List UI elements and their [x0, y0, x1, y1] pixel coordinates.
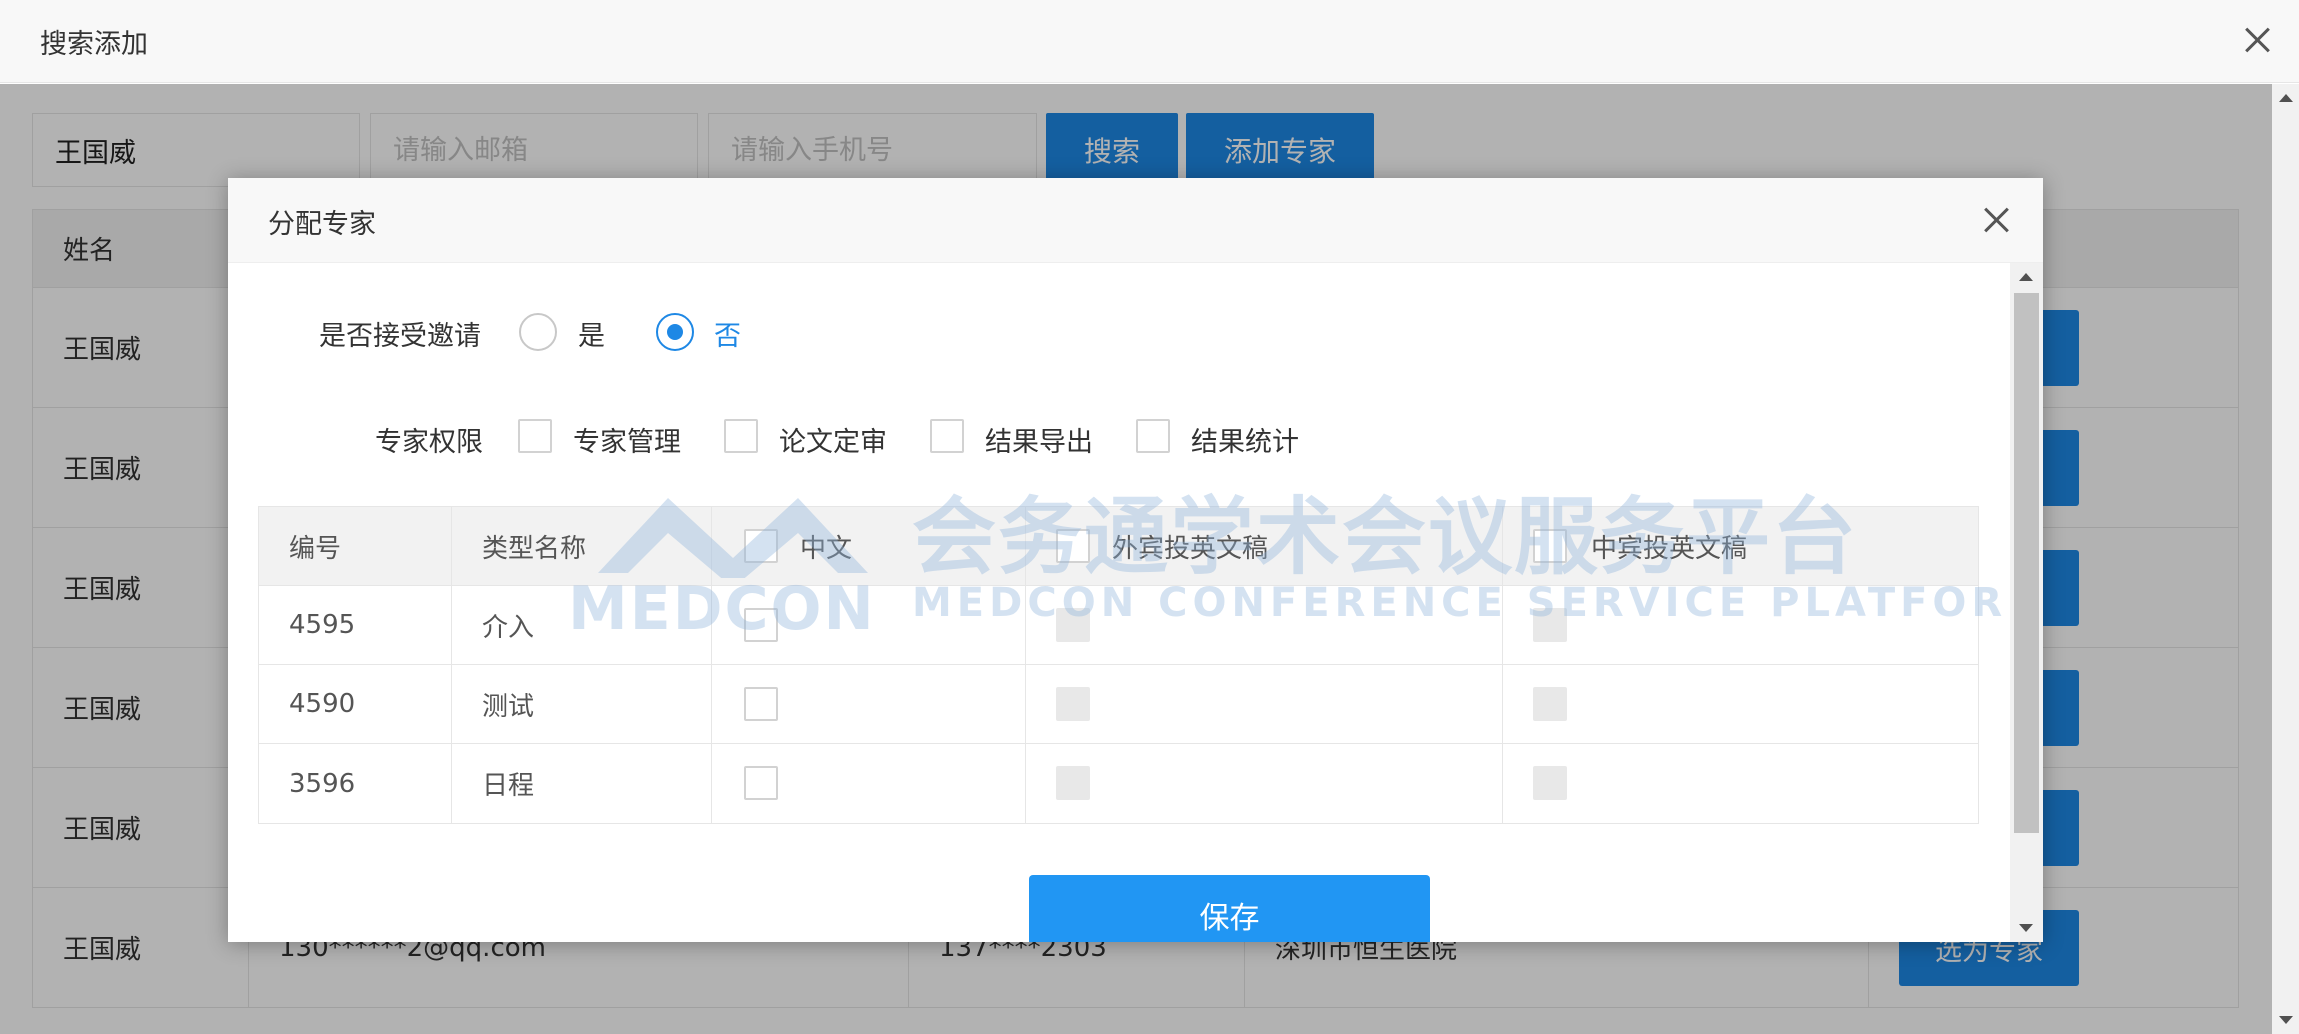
domestic-english-checkbox — [1533, 766, 1567, 800]
domestic-english-checkbox — [1533, 608, 1567, 642]
scroll-down-arrow-icon[interactable] — [2279, 1016, 2293, 1024]
perm-paper-review-label[interactable]: 论文定审 — [779, 420, 887, 459]
cell-id: 3596 — [259, 744, 452, 823]
column-header-type-name: 类型名称 — [452, 507, 712, 585]
modal-close-icon[interactable] — [1981, 205, 2011, 235]
modal-header: 分配专家 — [228, 178, 2043, 263]
cell-domestic-english — [1503, 586, 1978, 664]
foreign-english-checkbox — [1056, 608, 1090, 642]
type-table-header: 编号 类型名称 中文 外宾投英文稿 中宾投英文稿 — [259, 507, 1978, 586]
cell-type-name: 测试 — [452, 665, 712, 743]
cell-foreign-english — [1026, 665, 1503, 743]
domestic-english-all-checkbox[interactable] — [1533, 529, 1567, 563]
chinese-checkbox[interactable] — [744, 687, 778, 721]
column-header-foreign-english-label: 外宾投英文稿 — [1112, 533, 1269, 564]
modal-scroll-up-icon[interactable] — [2019, 273, 2033, 281]
chinese-all-checkbox[interactable] — [744, 529, 778, 563]
foreign-english-checkbox — [1056, 687, 1090, 721]
outer-close-icon[interactable] — [2242, 25, 2272, 55]
perm-statistics-label[interactable]: 结果统计 — [1191, 420, 1299, 459]
save-button[interactable]: 保存 — [1029, 875, 1430, 942]
scroll-up-arrow-icon[interactable] — [2279, 94, 2293, 102]
cell-chinese — [712, 744, 1026, 823]
accept-yes-radio[interactable] — [519, 313, 557, 351]
perm-paper-review-checkbox[interactable] — [724, 419, 758, 453]
cell-foreign-english — [1026, 586, 1503, 664]
foreign-english-checkbox — [1056, 766, 1090, 800]
outer-dialog-header: 搜索添加 — [0, 0, 2299, 83]
cell-chinese — [712, 665, 1026, 743]
type-table: 编号 类型名称 中文 外宾投英文稿 中宾投英文稿 4595 介入 4590 测试… — [258, 506, 1979, 824]
cell-domestic-english — [1503, 744, 1978, 823]
chinese-checkbox[interactable] — [744, 608, 778, 642]
modal-title: 分配专家 — [268, 209, 376, 240]
column-header-domestic-english: 中宾投英文稿 — [1503, 507, 1978, 585]
modal-scroll-down-icon[interactable] — [2019, 924, 2033, 932]
table-row: 4595 介入 — [259, 586, 1978, 665]
table-row: 4590 测试 — [259, 665, 1978, 744]
cell-type-name: 日程 — [452, 744, 712, 823]
foreign-english-all-checkbox[interactable] — [1056, 529, 1090, 563]
outer-scrollbar[interactable] — [2272, 84, 2299, 1034]
accept-invite-label: 是否接受邀请 — [319, 321, 481, 352]
outer-dialog-title: 搜索添加 — [40, 29, 148, 60]
domestic-english-checkbox — [1533, 687, 1567, 721]
perm-export-checkbox[interactable] — [930, 419, 964, 453]
column-header-id: 编号 — [259, 507, 452, 585]
table-row: 3596 日程 — [259, 744, 1978, 823]
cell-domestic-english — [1503, 665, 1978, 743]
accept-no-radio[interactable] — [656, 313, 694, 351]
cell-chinese — [712, 586, 1026, 664]
modal-scroll-thumb[interactable] — [2014, 293, 2039, 833]
perm-expert-manage-checkbox[interactable] — [518, 419, 552, 453]
column-header-chinese-label: 中文 — [800, 533, 853, 564]
permissions-label: 专家权限 — [375, 427, 483, 458]
column-header-chinese: 中文 — [712, 507, 1026, 585]
accept-no-label[interactable]: 否 — [714, 314, 741, 353]
cell-id: 4595 — [259, 586, 452, 664]
column-header-domestic-english-label: 中宾投英文稿 — [1591, 533, 1748, 564]
perm-expert-manage-label[interactable]: 专家管理 — [573, 420, 681, 459]
perm-export-label[interactable]: 结果导出 — [985, 420, 1093, 459]
perm-statistics-checkbox[interactable] — [1136, 419, 1170, 453]
cell-type-name: 介入 — [452, 586, 712, 664]
modal-scrollbar[interactable] — [2010, 263, 2043, 942]
assign-expert-modal: 分配专家 是否接受邀请 是 否 专家权限 专家管理 论文定审 结果导出 结果统计… — [228, 178, 2043, 942]
chinese-checkbox[interactable] — [744, 766, 778, 800]
column-header-foreign-english: 外宾投英文稿 — [1026, 507, 1503, 585]
cell-foreign-english — [1026, 744, 1503, 823]
cell-id: 4590 — [259, 665, 452, 743]
accept-yes-label[interactable]: 是 — [578, 314, 605, 353]
